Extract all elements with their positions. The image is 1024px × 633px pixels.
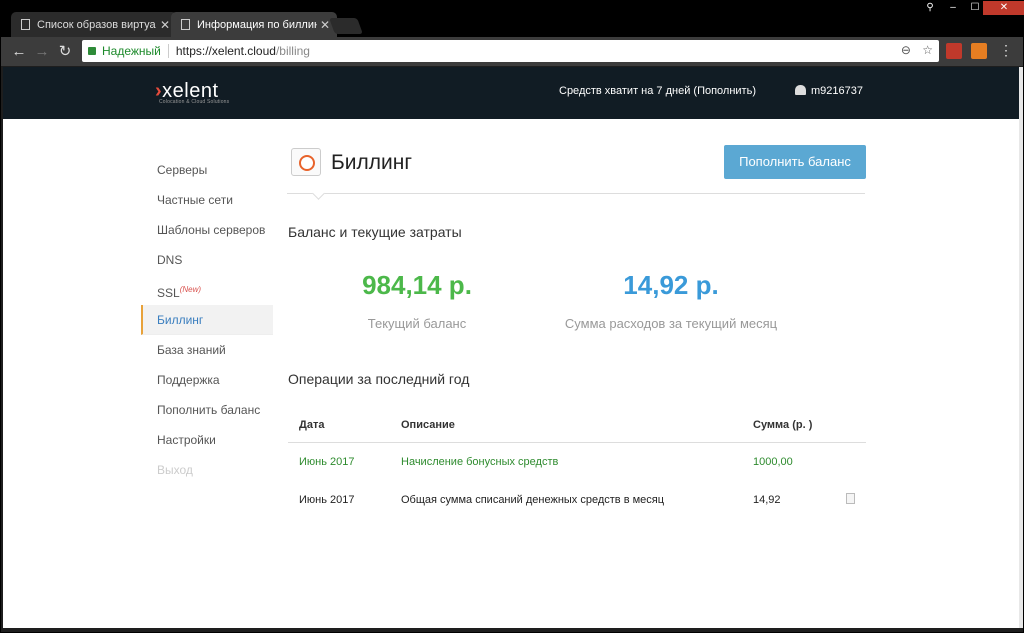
- divider: [287, 193, 865, 194]
- sidebar-item-settings[interactable]: Настройки: [141, 425, 273, 455]
- funds-notice[interactable]: Средств хватит на 7 дней (Пополнить): [559, 85, 756, 97]
- tab-title: Список образов виртуа: [37, 18, 156, 31]
- table-header-row: Дата Описание Сумма (р. ): [288, 409, 866, 443]
- header-date: Дата: [299, 419, 325, 431]
- browser-window: Список образов виртуа ✕ Информация по би…: [0, 0, 1024, 633]
- month-spend-value: 14,92 р.: [623, 270, 719, 300]
- cell-sum: 1000,00: [753, 456, 793, 468]
- close-window-icon[interactable]: ✕: [983, 1, 1024, 15]
- sidebar-item-private-networks[interactable]: Частные сети: [141, 185, 273, 215]
- browser-toolbar: ← → ↻ Надежный https://xelent.cloud/bill…: [1, 37, 1023, 66]
- address-bar[interactable]: Надежный https://xelent.cloud/billing ⊖ …: [82, 40, 939, 62]
- back-icon[interactable]: ←: [9, 42, 29, 62]
- page-title: Биллинг: [331, 151, 413, 174]
- divider-notch: [312, 187, 325, 200]
- extension-icon[interactable]: [971, 43, 987, 59]
- header-sum: Сумма (р. ): [753, 419, 813, 431]
- sidebar-item-label: SSL: [157, 286, 180, 300]
- balance-heading: Баланс и текущие затраты: [288, 224, 462, 240]
- tab-bar: Список образов виртуа ✕ Информация по би…: [1, 1, 1024, 37]
- details-document-icon[interactable]: [846, 493, 855, 504]
- cell-date: Июнь 2017: [299, 494, 355, 506]
- lock-icon: [88, 47, 96, 55]
- scrollbar[interactable]: [1019, 67, 1023, 628]
- current-balance-value: 984,14 р.: [362, 270, 472, 300]
- current-balance-label: Текущий баланс: [367, 316, 467, 331]
- sidebar-item-knowledge-base[interactable]: База знаний: [141, 335, 273, 365]
- document-icon: [181, 19, 190, 30]
- new-badge: (New): [179, 285, 202, 294]
- billing-clock-icon: [291, 148, 321, 176]
- new-tab-button[interactable]: [329, 18, 363, 34]
- sidebar-item-server-templates[interactable]: Шаблоны серверов: [141, 215, 273, 245]
- sidebar-item-dns[interactable]: DNS: [141, 245, 273, 275]
- url-host: https://xelent.cloud: [175, 44, 276, 58]
- sidebar-item-support[interactable]: Поддержка: [141, 365, 273, 395]
- user-icon: [795, 85, 806, 95]
- top-up-balance-button[interactable]: Пополнить баланс: [724, 145, 866, 179]
- page-content: ›xelent Colocation & Cloud Solutions Сре…: [3, 67, 1019, 628]
- cell-description: Начисление бонусных средств: [401, 456, 559, 468]
- zoom-icon[interactable]: ⊖: [901, 43, 911, 57]
- secure-label: Надежный: [102, 44, 169, 58]
- user-menu[interactable]: m9216737: [795, 85, 863, 97]
- sidebar-item-top-up[interactable]: Пополнить баланс: [141, 395, 273, 425]
- reload-icon[interactable]: ↻: [55, 42, 75, 62]
- forward-icon[interactable]: →: [32, 42, 52, 62]
- sidebar-item-logout[interactable]: Выход: [141, 455, 273, 485]
- minimize-icon[interactable]: –: [942, 1, 964, 15]
- logo-subtitle: Colocation & Cloud Solutions: [159, 99, 230, 105]
- month-spend-label: Сумма расходов за текущий месяц: [564, 316, 778, 331]
- star-icon[interactable]: ☆: [922, 43, 933, 57]
- header-description: Описание: [401, 419, 455, 431]
- user-profile-icon[interactable]: ⚲: [919, 1, 941, 15]
- menu-icon[interactable]: ⋮: [999, 42, 1013, 59]
- operations-table: Дата Описание Сумма (р. ) Июнь 2017 Начи…: [288, 409, 866, 519]
- table-row: Июнь 2017 Начисление бонусных средств 10…: [288, 443, 866, 481]
- tab-title: Информация по биллинг: [197, 18, 317, 31]
- cell-date: Июнь 2017: [299, 456, 355, 468]
- tab-billing[interactable]: Информация по биллинг ✕: [171, 12, 337, 37]
- sidebar-item-ssl[interactable]: SSL(New): [141, 275, 273, 305]
- pdf-extension-icon[interactable]: [946, 43, 962, 59]
- table-row: Июнь 2017 Общая сумма списаний денежных …: [288, 481, 866, 519]
- username: m9216737: [811, 85, 863, 97]
- cell-sum: 14,92: [753, 494, 781, 506]
- tab-images-list[interactable]: Список образов виртуа ✕: [11, 12, 177, 37]
- site-header: ›xelent Colocation & Cloud Solutions Сре…: [3, 67, 1019, 119]
- url-path: /billing: [275, 44, 310, 58]
- sidebar: Серверы Частные сети Шаблоны серверов DN…: [141, 155, 273, 485]
- operations-heading: Операции за последний год: [288, 371, 470, 387]
- document-icon: [21, 19, 30, 30]
- sidebar-item-billing[interactable]: Биллинг: [141, 305, 273, 335]
- cell-description: Общая сумма списаний денежных средств в …: [401, 494, 665, 506]
- sidebar-item-servers[interactable]: Серверы: [141, 155, 273, 185]
